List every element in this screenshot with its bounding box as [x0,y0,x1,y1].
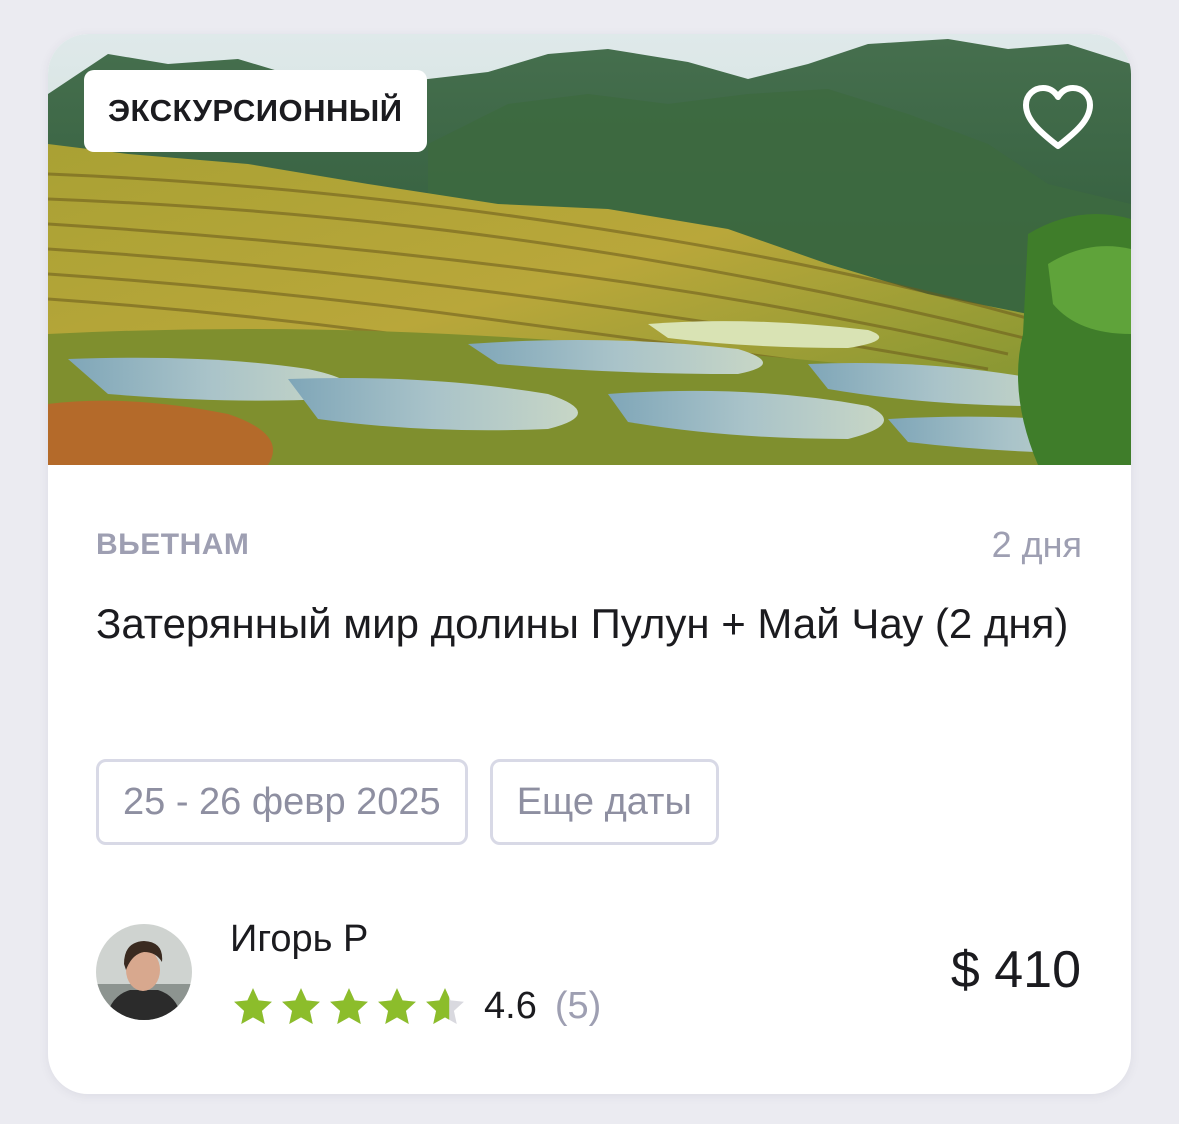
star-icon [426,988,464,1025]
date-range-chip[interactable]: 25 - 26 февр 2025 [96,759,468,845]
country-label: ВЬЕТНАМ [96,528,250,561]
more-dates-button[interactable]: Еще даты [489,759,719,845]
rating-value: 4.6 [484,984,537,1027]
tour-photo[interactable]: ЭКСКУРСИОННЫЙ [48,34,1131,465]
star-icon [378,988,416,1025]
star-icon [282,988,320,1025]
duration-label: 2 дня [991,524,1082,565]
guide-name[interactable]: Игорь Р [230,918,368,961]
date-chips: 25 - 26 февр 2025 Еще даты [96,759,719,845]
rating-stars [232,986,466,1026]
star-icon [234,988,272,1025]
avatar[interactable] [96,924,192,1020]
review-count: (5) [554,984,602,1027]
tour-meta-row: ВЬЕТНАМ 2 дня [96,524,1082,566]
rating-row: 4.6 (5) [232,982,601,1030]
price: $ 410 [950,941,1081,999]
favorite-button[interactable] [1020,82,1096,152]
heart-outline-icon [1023,85,1093,149]
guide-photo [96,924,192,1020]
category-badge: ЭКСКУРСИОННЫЙ [84,70,427,152]
tour-card[interactable]: ЭКСКУРСИОННЫЙ ВЬЕТНАМ 2 дня Затерянный м… [48,34,1131,1094]
star-icon [330,988,368,1025]
tour-title[interactable]: Затерянный мир долины Пулун + Май Чау (2… [96,596,1086,652]
